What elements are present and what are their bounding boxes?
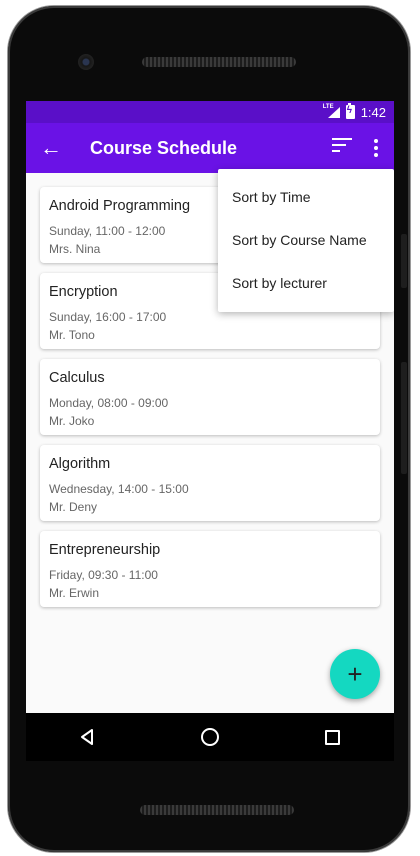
course-lecturer: Mr. Deny [49,500,98,514]
app-bar: ← Course Schedule [26,123,394,173]
add-icon: + [347,658,363,689]
course-time: Sunday, 16:00 - 17:00 [49,310,167,324]
course-lecturer: Mr. Tono [49,328,95,342]
lte-signal-icon: LTE [323,104,340,118]
earpiece-speaker [142,57,296,67]
more-options-button[interactable] [368,137,384,159]
nav-home-icon [200,728,219,746]
menu-item-sort-course-name[interactable]: Sort by Course Name [218,219,394,262]
add-course-button[interactable]: + [330,649,380,699]
course-card[interactable]: Entrepreneurship Friday, 09:30 - 11:00 M… [40,531,380,607]
menu-item-sort-lecturer[interactable]: Sort by lecturer [218,262,394,305]
arrow-back-icon: ← [40,135,62,160]
back-button[interactable]: ← [26,123,76,173]
app-screen: LTE 1:42 ← Course Schedule Android Progr… [26,101,394,713]
course-name: Algorithm [49,456,111,472]
front-camera [78,54,94,70]
course-name: Calculus [49,370,105,386]
sort-icon [332,138,352,152]
nav-recents-button[interactable] [321,725,345,749]
course-time: Wednesday, 14:00 - 15:00 [49,482,189,496]
power-button [401,234,407,288]
course-card[interactable]: Calculus Monday, 08:00 - 09:00 Mr. Joko [40,359,380,435]
nav-home-button[interactable] [198,725,222,749]
battery-charging-icon [345,103,355,119]
status-bar: LTE 1:42 [26,101,394,123]
bottom-speaker [140,805,294,815]
nav-back-icon [81,729,94,745]
course-card[interactable]: Algorithm Wednesday, 14:00 - 15:00 Mr. D… [40,445,380,521]
course-name: Entrepreneurship [49,542,161,558]
status-time: 1:42 [360,104,386,120]
course-time: Monday, 08:00 - 09:00 [49,396,169,410]
sort-menu: Sort by Time Sort by Course Name Sort by… [218,169,394,312]
more-vert-icon [374,139,378,143]
sort-button[interactable] [332,138,352,158]
page-title: Course Schedule [90,137,238,158]
course-lecturer: Mr. Joko [49,414,95,428]
system-nav-bar [26,713,394,761]
volume-button [401,362,407,474]
course-time: Friday, 09:30 - 11:00 [49,568,158,582]
menu-item-sort-time[interactable]: Sort by Time [218,176,394,219]
nav-back-button[interactable] [75,725,99,749]
nav-recents-icon [325,729,341,745]
course-lecturer: Mr. Erwin [49,586,100,600]
